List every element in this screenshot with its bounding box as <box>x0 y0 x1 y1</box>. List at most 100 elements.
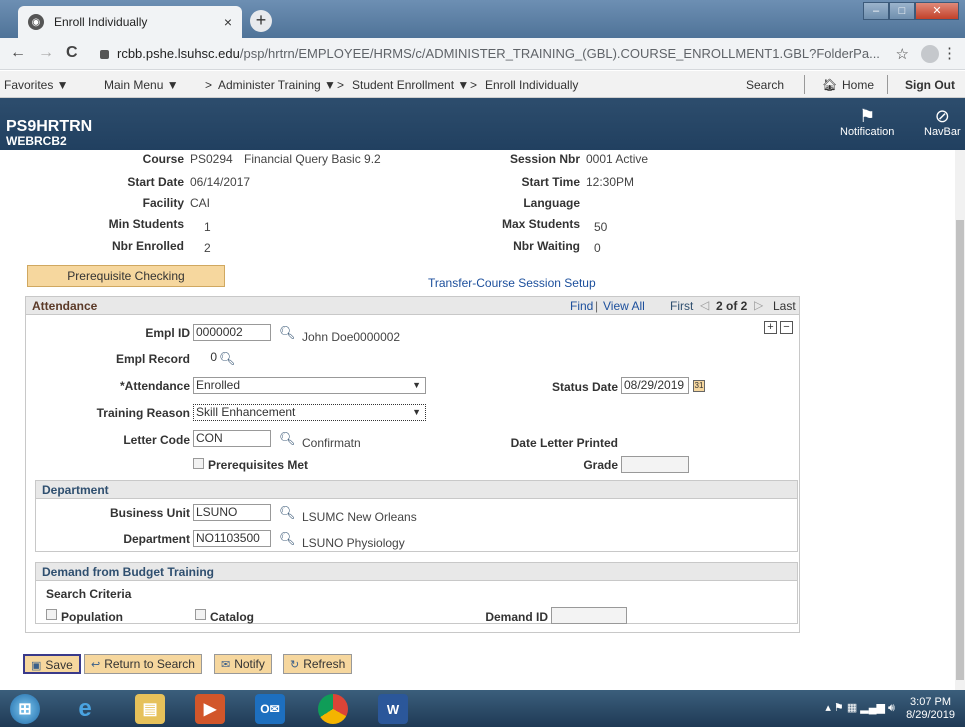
start-button[interactable]: ⊞ <box>10 694 40 724</box>
nbr-enrolled-value: 2 <box>204 241 211 255</box>
breadcrumb-student-enrollment[interactable]: Student Enrollment ▼ <box>352 78 469 92</box>
status-date-field[interactable]: 08/29/2019 <box>621 377 689 394</box>
language-label: Language <box>523 196 580 210</box>
outlook-icon[interactable]: O✉ <box>255 694 285 724</box>
find-link[interactable]: Find <box>570 299 593 313</box>
bookmark-star-icon[interactable]: ☆ <box>896 45 909 63</box>
navbar-button[interactable]: ⊘ NavBar <box>924 106 961 138</box>
training-reason-select[interactable]: Skill Enhancement ▼ <box>193 404 426 421</box>
notify-label: Notify <box>234 657 265 671</box>
business-unit-lookup-icon[interactable]: 🔍︎ <box>279 505 296 521</box>
home-icon[interactable]: 🏠︎ <box>822 78 837 92</box>
scrollbar-thumb[interactable] <box>956 220 964 680</box>
department-field[interactable]: NO1103500 <box>193 530 271 547</box>
windows-taskbar: ⊞ e ▤ ▶ O✉ W ▴ ⚑ ▦ ▂▄▆ 🔊︎ 3:07 PM 8/29/2… <box>0 690 965 727</box>
facility-value: CAI <box>190 196 211 210</box>
new-tab-button[interactable]: + <box>250 10 272 32</box>
favorites-menu[interactable]: Favorites ▼ <box>4 78 69 92</box>
back-button[interactable]: ← <box>10 44 26 62</box>
start-time-label: Start Time <box>521 175 580 189</box>
sign-out-link[interactable]: Sign Out <box>905 78 955 92</box>
department-description: LSUNO Physiology <box>302 536 405 550</box>
attendance-select[interactable]: Enrolled ▼ <box>193 377 426 394</box>
pager-count: 2 of 2 <box>716 299 748 313</box>
empl-id-field[interactable]: 0000002 <box>193 324 271 341</box>
refresh-icon: ↻ <box>290 659 300 671</box>
internet-explorer-icon[interactable]: e <box>70 694 100 724</box>
start-date-value: 06/14/2017 <box>190 175 251 189</box>
breadcrumb-separator: > <box>470 78 478 92</box>
letter-code-description: Confirmatn <box>302 436 361 450</box>
notify-button[interactable]: ✉ Notify <box>214 654 272 674</box>
search-link[interactable]: Search <box>746 78 784 92</box>
browser-tab[interactable]: ◉ Enroll Individually × <box>18 6 242 38</box>
clock-date: 8/29/2019 <box>906 709 955 721</box>
session-value: 0001 Active <box>586 152 649 166</box>
letter-code-lookup-icon[interactable]: 🔍︎ <box>279 431 296 447</box>
chrome-taskbar-icon[interactable] <box>318 694 348 724</box>
empl-id-label: Empl ID <box>145 326 190 340</box>
delete-row-icon[interactable]: − <box>780 321 793 334</box>
prerequisites-met-checkbox[interactable] <box>193 458 204 469</box>
course-description: Financial Query Basic 9.2 <box>244 152 381 166</box>
close-window-button[interactable]: ✕ <box>915 2 959 20</box>
training-reason-select-value: Skill Enhancement <box>196 405 296 419</box>
start-time-value: 12:30PM <box>586 175 635 189</box>
url-field[interactable]: rcbb.pshe.lsuhsc.edu/psp/hrtrn/EMPLOYEE/… <box>100 42 900 66</box>
system-tray-icons[interactable]: ▴ ⚑ ▦ ▂▄▆ 🔊︎ <box>825 702 895 715</box>
session-label: Session Nbr <box>509 152 580 166</box>
refresh-button[interactable]: ↻ Refresh <box>283 654 353 674</box>
chevron-down-icon: ▼ <box>412 407 421 417</box>
minimize-button[interactable]: – <box>863 2 889 20</box>
clock-time: 3:07 PM <box>910 696 952 708</box>
prerequisite-checking-button[interactable]: Prerequisite Checking <box>27 265 225 287</box>
file-explorer-icon[interactable]: ▤ <box>135 694 165 724</box>
catalog-checkbox[interactable] <box>195 609 206 620</box>
department-lookup-icon[interactable]: 🔍︎ <box>279 531 296 547</box>
add-row-icon[interactable]: + <box>764 321 777 334</box>
vertical-scrollbar[interactable] <box>955 150 965 690</box>
maximize-button[interactable]: □ <box>889 2 915 20</box>
facility-label: Facility <box>142 196 184 210</box>
notification-button[interactable]: ⚑ Notification <box>840 106 894 138</box>
profile-avatar[interactable] <box>921 45 939 63</box>
notify-icon: ✉ <box>221 659 231 671</box>
chevron-down-icon: ▼ <box>412 380 421 390</box>
save-button[interactable]: ▣ Save <box>23 654 81 674</box>
clock[interactable]: 3:07 PM 8/29/2019 <box>906 696 955 722</box>
business-unit-field[interactable]: LSUNO <box>193 504 271 521</box>
browser-menu-icon[interactable]: ⋮ <box>942 44 957 62</box>
demand-id-field[interactable] <box>551 607 627 624</box>
return-to-search-button[interactable]: ↩ Return to Search <box>84 654 202 674</box>
search-criteria-label: Search Criteria <box>46 587 132 601</box>
media-player-icon[interactable]: ▶ <box>195 694 225 724</box>
reload-button[interactable]: C <box>66 44 78 62</box>
population-checkbox[interactable] <box>46 609 57 620</box>
calendar-icon[interactable]: 31 <box>693 380 705 392</box>
view-all-link[interactable]: View All <box>603 299 645 313</box>
forward-button[interactable]: → <box>38 44 54 62</box>
empl-id-lookup-icon[interactable]: 🔍︎ <box>279 325 296 341</box>
return-icon: ↩ <box>91 659 101 671</box>
main-menu[interactable]: Main Menu ▼ <box>104 78 179 92</box>
attendance-select-value: Enrolled <box>196 378 241 392</box>
breadcrumb-administer-training[interactable]: Administer Training ▼ <box>218 78 336 92</box>
tab-close-icon[interactable]: × <box>224 14 232 30</box>
last-link[interactable]: Last <box>773 299 796 313</box>
word-icon[interactable]: W <box>378 694 408 724</box>
population-label: Population <box>61 610 123 624</box>
breadcrumb-enroll-individually[interactable]: Enroll Individually <box>485 78 578 92</box>
empl-record-lookup-icon[interactable]: 🔍︎ <box>219 351 236 367</box>
next-icon[interactable]: ▷ <box>754 298 763 312</box>
letter-code-field[interactable]: CON <box>193 430 271 447</box>
max-students-label: Max Students <box>501 217 580 231</box>
first-link[interactable]: First <box>670 299 693 313</box>
home-link[interactable]: Home <box>842 78 874 92</box>
grade-field[interactable] <box>621 456 689 473</box>
empl-record-field[interactable]: 0 <box>193 350 219 367</box>
previous-icon[interactable]: ◁ <box>700 298 709 312</box>
url-path: /psp/hrtrn/EMPLOYEE/HRMS/c/ADMINISTER_TR… <box>239 46 880 61</box>
transfer-course-session-link[interactable]: Transfer-Course Session Setup <box>428 276 596 290</box>
department-label: Department <box>123 532 190 546</box>
course-label: Course <box>142 152 184 166</box>
